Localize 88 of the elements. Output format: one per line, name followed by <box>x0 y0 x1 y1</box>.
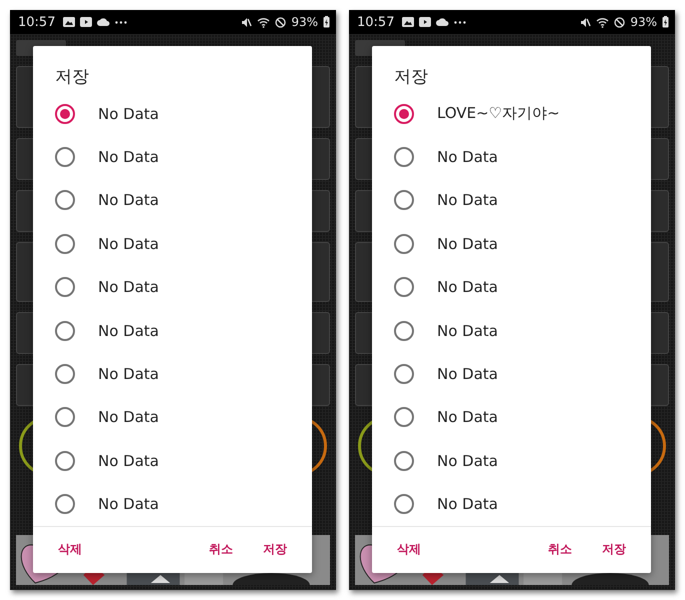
play-icon <box>80 17 92 27</box>
radio-button[interactable] <box>394 277 414 298</box>
radio-button[interactable] <box>55 234 75 254</box>
cancel-button[interactable]: 취소 <box>545 537 575 562</box>
option-label: No Data <box>437 191 498 210</box>
radio-button[interactable] <box>394 190 414 210</box>
slot-option[interactable]: LOVE~♡자기야~ <box>372 92 651 136</box>
option-label: No Data <box>98 191 159 210</box>
slot-option[interactable]: No Data <box>372 352 651 396</box>
slot-option[interactable]: No Data <box>372 396 651 439</box>
dialog-title: 저장 <box>54 66 90 89</box>
slot-option[interactable]: No Data <box>372 308 651 352</box>
image-icon <box>63 17 76 27</box>
more-icon <box>454 20 466 24</box>
slot-option[interactable]: No Data <box>372 222 651 266</box>
wifi-icon <box>257 16 270 28</box>
delete-button[interactable]: 삭제 <box>55 537 85 562</box>
radio-button[interactable] <box>394 104 414 124</box>
battery-percent: 93% <box>291 15 318 29</box>
slot-option[interactable]: No Data <box>372 135 651 179</box>
slot-option[interactable]: No Data <box>33 135 312 179</box>
option-label: No Data <box>98 234 159 253</box>
block-icon <box>275 16 286 28</box>
radio-button[interactable] <box>55 450 75 471</box>
option-label: No Data <box>98 364 159 383</box>
option-label: LOVE~♡자기야~ <box>437 104 560 124</box>
delete-button[interactable]: 삭제 <box>394 537 424 562</box>
slot-option[interactable]: No Data <box>372 439 651 482</box>
battery-percent: 93% <box>630 15 657 29</box>
wifi-icon <box>596 16 610 28</box>
radio-button[interactable] <box>55 146 75 167</box>
option-label: No Data <box>437 495 498 514</box>
radio-button[interactable] <box>55 494 75 514</box>
radio-button[interactable] <box>394 364 414 384</box>
option-label: No Data <box>437 452 498 470</box>
option-label: No Data <box>437 234 498 253</box>
cloud-icon <box>436 18 450 26</box>
slot-option[interactable]: No Data <box>372 178 651 222</box>
image-icon <box>402 17 414 27</box>
save-button[interactable]: 저장 <box>260 537 290 562</box>
radio-button[interactable] <box>55 364 75 384</box>
radio-button[interactable] <box>394 146 414 167</box>
radio-button[interactable] <box>394 450 414 471</box>
radio-button[interactable] <box>394 494 414 514</box>
slot-option[interactable]: No Data <box>33 178 312 222</box>
radio-button[interactable] <box>55 190 75 210</box>
option-label: No Data <box>98 104 159 123</box>
cloud-icon <box>97 18 110 26</box>
dialog-title: 저장 <box>393 66 429 89</box>
slot-option[interactable]: No Data <box>372 482 651 526</box>
slot-option[interactable]: No Data <box>372 265 651 309</box>
option-label: No Data <box>437 278 498 296</box>
radio-button[interactable] <box>394 320 414 341</box>
slot-option[interactable]: No Data <box>33 308 312 352</box>
option-label: No Data <box>98 495 159 514</box>
slot-option[interactable]: No Data <box>33 352 312 396</box>
option-label: No Data <box>437 148 498 166</box>
option-label: No Data <box>98 452 159 470</box>
radio-button[interactable] <box>55 407 75 428</box>
radio-button[interactable] <box>55 277 75 298</box>
status-time: 10:57 <box>357 14 394 30</box>
slot-option[interactable]: No Data <box>33 265 312 309</box>
mute-icon <box>580 16 592 28</box>
slot-option[interactable]: No Data <box>33 439 312 482</box>
battery-icon <box>323 16 330 28</box>
option-label: No Data <box>437 322 498 340</box>
block-icon <box>614 16 626 28</box>
option-label: No Data <box>98 278 159 296</box>
status-time: 10:57 <box>18 14 56 30</box>
option-label: No Data <box>437 408 498 426</box>
option-label: No Data <box>98 148 159 166</box>
slot-option[interactable]: No Data <box>33 92 312 136</box>
radio-button[interactable] <box>55 104 75 124</box>
battery-icon <box>662 16 669 28</box>
radio-button[interactable] <box>394 407 414 428</box>
slot-option[interactable]: No Data <box>33 222 312 266</box>
option-label: No Data <box>98 322 159 340</box>
cancel-button[interactable]: 취소 <box>206 537 236 562</box>
option-label: No Data <box>98 408 159 426</box>
option-label: No Data <box>437 364 498 383</box>
slot-option[interactable]: No Data <box>33 396 312 439</box>
more-icon <box>115 20 128 24</box>
radio-button[interactable] <box>55 320 75 341</box>
slot-option[interactable]: No Data <box>33 482 312 526</box>
save-button[interactable]: 저장 <box>599 537 629 562</box>
radio-button[interactable] <box>394 234 414 254</box>
mute-icon <box>241 16 252 28</box>
play-icon <box>419 17 432 27</box>
